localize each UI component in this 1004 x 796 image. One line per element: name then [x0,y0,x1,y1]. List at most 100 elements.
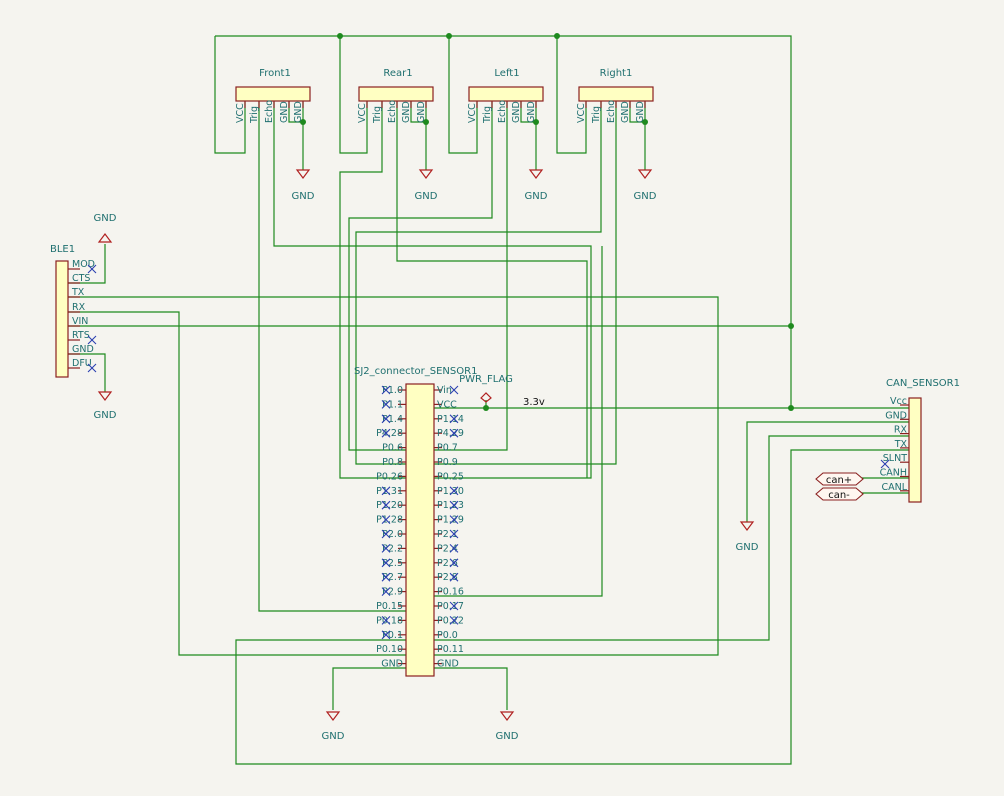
pin-label: Trig [591,106,602,124]
pwr-flag: PWR_FLAG [459,374,513,403]
svg-text:GND: GND [525,191,548,202]
ground-symbol-icon: GND [94,213,117,243]
pin-label: P0.25 [437,471,464,482]
sensor-body [578,86,654,102]
ground-symbol-icon: GND [525,169,548,202]
svg-text:GND: GND [496,731,519,742]
pin-label: GND [437,659,459,670]
pin-label: GND [401,101,412,123]
can-sensor[interactable]: CAN_SENSOR1 VccGNDRXTXSLNTCANHCANL [880,378,960,503]
can-ref: CAN_SENSOR1 [886,378,960,389]
global-label-can-plus[interactable]: can+ [815,472,864,486]
junction-dot [446,33,452,39]
pin-label: VCC [235,103,246,123]
sj2-gnd-right-wire [434,667,508,710]
ble-module[interactable]: BLE1 MOD CTS TX RX VIN RTS GND DFU [50,244,97,378]
sensor-ground-symbols: GND GND GND GND [292,169,657,202]
svg-text:can+: can+ [826,475,852,486]
ground-symbol-icon: GND [292,169,315,202]
pin-label: P0.7 [437,443,458,454]
ground-symbol-icon: GND [322,711,345,742]
sj2-gnd-left-wire [332,667,407,710]
pin-label: Trig [249,106,260,124]
global-label-can-minus[interactable]: can- [815,487,864,501]
pin-label: Echo [387,100,398,123]
pin-label: CANH [880,468,907,479]
pin-label: GND [381,659,403,670]
pin-label: GND [635,101,646,123]
pin-label: TX [71,287,85,298]
pin-label: GND [279,101,290,123]
can-tx-wire [235,449,909,765]
pin-label: P0.8 [382,457,403,468]
sensor-body [235,86,311,102]
ground-symbol-icon: GND [634,169,657,202]
ground-symbol-icon: GND [415,169,438,202]
junction-dot [483,405,489,411]
schematic-canvas: Front1 VCC Trig Echo GND GND Rear1 VCC T… [50,33,960,765]
pin-label: VCC [467,103,478,123]
ble-body [55,260,69,378]
junction-dot [554,33,560,39]
ble-ref: BLE1 [50,244,75,255]
pin-label: P0.26 [376,471,403,482]
pin-label: Trig [372,106,383,124]
pin-label: GND [511,101,522,123]
sj2-left-pins: P1.0P1.1P1.4P4.28P0.6P0.8P0.26P1.31P1.20… [376,385,406,670]
pin-label: TX [894,439,908,450]
svg-text:GND: GND [322,731,345,742]
sensor-rear1[interactable]: Rear1 VCC Trig Echo GND GND [357,68,434,124]
pin-label: CTS [72,273,90,284]
sj2-body [405,383,435,677]
pin-label: VCC [437,399,457,410]
pin-label: Vin [437,385,452,396]
sj2-right-pins: VinVCCP1.14P4.29P0.7P0.9P0.25P1.30P1.23P… [434,385,464,670]
pin-label: P0.9 [437,457,458,468]
pin-label: VIN [72,316,88,327]
svg-text:GND: GND [634,191,657,202]
pin-label: RX [72,302,86,313]
wires [66,35,909,765]
can-rx-wire [434,435,909,641]
ground-symbol-icon: GND [94,391,117,421]
pin-label: Trig [482,106,493,124]
can-body [908,397,922,503]
pin-label: GND [72,344,94,355]
svg-text:GND: GND [94,410,117,421]
sensor-ref: Right1 [600,68,633,79]
pin-label: P0.11 [437,644,464,655]
sensor-left1[interactable]: Left1 VCC Trig Echo GND GND [467,68,544,124]
sj2-connector[interactable]: SJ2_connector_SENSOR1 P1.0P1.1P1.4P4.28P… [354,366,477,677]
junction-dot [788,405,794,411]
pin-label: VCC [357,103,368,123]
pin-label: P0.6 [382,443,403,454]
pin-label: Vcc [890,396,907,407]
pin-label: P0.15 [376,601,403,612]
sj2-ref: SJ2_connector_SENSOR1 [354,366,477,377]
pin-label: RTS [72,330,90,341]
pin-label: Echo [264,100,275,123]
pin-label: GND [293,101,304,123]
pin-label: GND [416,101,427,123]
left-echo-route [434,102,508,451]
svg-text:GND: GND [415,191,438,202]
svg-text:GND: GND [292,191,315,202]
pin-label: P0.0 [437,630,458,641]
pin-label: VCC [576,103,587,123]
pin-label: CANL [881,482,907,493]
pin-label: P0.10 [376,644,403,655]
ground-symbol-icon: GND [496,711,519,742]
svg-text:can-: can- [828,490,850,501]
ground-symbol-icon: GND [736,521,759,553]
pin-label: GND [620,101,631,123]
sensor-front1[interactable]: Front1 VCC Trig Echo GND GND [235,68,311,124]
pin-label: GND [526,101,537,123]
sensor-body [358,86,434,102]
can-pins: VccGNDRXTXSLNTCANHCANL [880,396,909,493]
sensor-right1[interactable]: Right1 VCC Trig Echo GND GND [576,68,654,124]
junction-dot [337,33,343,39]
sensor-ref: Left1 [494,68,519,79]
right-echo-route [434,102,617,465]
pin-label: Echo [497,100,508,123]
pin-label: GND [885,410,907,421]
